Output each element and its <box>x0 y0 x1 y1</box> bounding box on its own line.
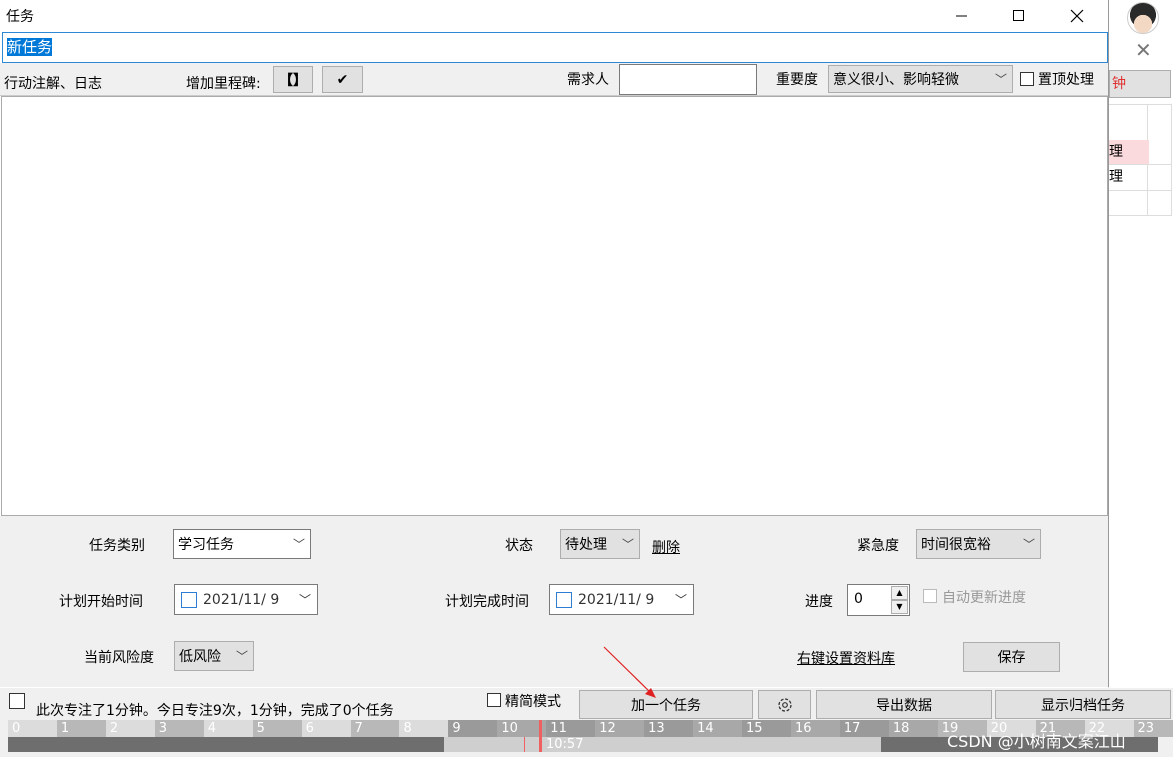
date-checkbox[interactable] <box>556 591 572 608</box>
task-toolbar: 行动注解、日志 增加里程碑: 【】 ✔ 需求人 重要度 意义很小、影响轻微 ﹀ … <box>0 63 1108 96</box>
export-data-button[interactable]: 导出数据 <box>816 690 992 719</box>
current-time-label: 10:57 <box>546 737 584 752</box>
timeline-hour: 9 <box>448 720 498 737</box>
urgency-label: 紧急度 <box>857 538 899 554</box>
timeline-hour: 12 <box>595 720 645 737</box>
plan-end-label: 计划完成时间 <box>445 594 529 610</box>
status-label: 状态 <box>505 538 533 554</box>
timeline-hour: 15 <box>742 720 791 737</box>
add-milestone-button[interactable]: 【】 <box>273 66 313 93</box>
timeline-hour: 14 <box>693 720 743 737</box>
show-archived-button[interactable]: 显示归档任务 <box>995 690 1171 719</box>
timeline-hour: 7 <box>350 720 400 737</box>
annotation-arrow <box>603 646 656 698</box>
plan-start-date-picker[interactable]: 2021/11/ 9 ﹀ <box>174 584 318 615</box>
maximize-icon <box>1013 10 1024 21</box>
timeline-hour: 6 <box>301 720 351 737</box>
chevron-down-icon: ﹀ <box>994 72 1007 87</box>
focus-status-text: 此次专注了1分钟。今日专注9次，1分钟，完成了0个任务 <box>36 703 394 719</box>
timeline-hour: 5 <box>252 720 302 737</box>
list-item[interactable]: 理 <box>1109 140 1149 164</box>
chevron-down-icon: ﹀ <box>674 593 687 607</box>
task-dialog: 任务 新任务 行动注解、日志 增加里程碑: 【】 ✔ 需求人 重要度 意义很小、… <box>0 0 1109 687</box>
chevron-down-icon: ﹀ <box>292 537 305 552</box>
importance-label: 重要度 <box>776 72 818 88</box>
timeline-hour: 4 <box>203 720 253 737</box>
auto-progress-label: 自动更新进度 <box>942 590 1026 606</box>
maximize-button[interactable] <box>990 0 1048 32</box>
category-label: 任务类别 <box>89 538 145 554</box>
progress-stepper[interactable]: 0 ▲ ▼ <box>847 584 910 616</box>
timeline-hour: 11 <box>546 720 596 737</box>
current-time-marker <box>539 720 542 752</box>
focus-marker <box>524 737 525 752</box>
focus-checkbox[interactable] <box>9 693 25 709</box>
timeline-band <box>8 737 444 752</box>
close-icon <box>1070 9 1084 23</box>
timeline-hour: 13 <box>644 720 694 737</box>
background-button-label: 钟 <box>1112 76 1126 92</box>
timeline-hour: 2 <box>105 720 155 737</box>
background-app: ✕ 钟 理 理 <box>1108 0 1173 688</box>
stepper-down-icon[interactable]: ▼ <box>891 600 908 614</box>
category-select[interactable]: 学习任务 ﹀ <box>173 529 311 559</box>
watermark: CSDN @小树南文案江山 <box>947 732 1126 751</box>
delete-link[interactable]: 删除 <box>652 537 680 557</box>
chevron-down-icon: ﹀ <box>298 593 311 607</box>
gear-icon <box>777 697 792 712</box>
progress-label: 进度 <box>805 594 833 610</box>
urgency-select[interactable]: 时间很宽裕 ﹀ <box>916 529 1041 559</box>
timeline-hour: 23 <box>1133 720 1173 737</box>
timeline-hour: 1 <box>56 720 106 737</box>
timeline-hour: 8 <box>399 720 449 737</box>
settings-button[interactable] <box>758 690 811 719</box>
timeline-hour: 17 <box>839 720 889 737</box>
pin-checkbox[interactable] <box>1020 72 1034 86</box>
notes-label: 行动注解、日志 <box>4 76 102 92</box>
bottom-bar: 此次专注了1分钟。今日专注9次，1分钟，完成了0个任务 精简模式 加一个任务 导… <box>0 688 1173 757</box>
minimize-button[interactable] <box>933 0 991 32</box>
date-checkbox[interactable] <box>181 591 197 608</box>
title-bar: 任务 <box>0 0 1108 32</box>
auto-progress-checkbox[interactable] <box>923 589 937 603</box>
chevron-down-icon: ﹀ <box>235 649 248 664</box>
importance-select[interactable]: 意义很小、影响轻微 ﹀ <box>828 65 1013 93</box>
list-item[interactable]: 理 <box>1109 165 1149 189</box>
timeline-band <box>444 737 881 752</box>
risk-label: 当前风险度 <box>84 650 154 666</box>
requester-label: 需求人 <box>567 72 609 88</box>
simple-mode-label: 精简模式 <box>505 694 561 710</box>
timeline-hour: 3 <box>154 720 204 737</box>
notes-textarea[interactable] <box>1 96 1108 516</box>
pin-label: 置顶处理 <box>1038 72 1094 88</box>
plan-start-label: 计划开始时间 <box>59 594 143 610</box>
stepper-up-icon[interactable]: ▲ <box>891 586 908 600</box>
minimize-icon <box>956 15 967 17</box>
complete-milestone-button[interactable]: ✔ <box>322 66 363 93</box>
chevron-down-icon: ﹀ <box>621 537 634 552</box>
risk-select[interactable]: 低风险 ﹀ <box>174 641 254 671</box>
window-title: 任务 <box>6 9 34 25</box>
requester-input[interactable] <box>619 64 757 95</box>
timeline-hour: 16 <box>790 720 840 737</box>
timeline-hour: 0 <box>8 720 57 737</box>
simple-mode-checkbox[interactable] <box>487 693 501 707</box>
status-select[interactable]: 待处理 ﹀ <box>560 529 640 559</box>
task-name-text: 新任务 <box>7 38 53 56</box>
plan-end-date-picker[interactable]: 2021/11/ 9 ﹀ <box>549 584 694 615</box>
timeline-hour: 18 <box>888 720 938 737</box>
avatar[interactable] <box>1127 2 1159 34</box>
milestone-label: 增加里程碑: <box>186 76 261 92</box>
task-form: 任务类别 学习任务 ﹀ 状态 待处理 ﹀ 删除 紧急度 时间很宽裕 ﹀ 计划开始… <box>0 516 1108 687</box>
check-icon: ✔ <box>336 71 349 88</box>
library-link[interactable]: 右键设置资料库 <box>797 648 895 668</box>
close-button[interactable] <box>1048 0 1106 32</box>
chevron-down-icon: ﹀ <box>1022 537 1035 552</box>
task-name-input[interactable]: 新任务 <box>2 32 1108 63</box>
background-button[interactable]: 钟 <box>1109 70 1171 98</box>
close-icon[interactable]: ✕ <box>1135 38 1152 62</box>
save-button[interactable]: 保存 <box>963 642 1060 672</box>
